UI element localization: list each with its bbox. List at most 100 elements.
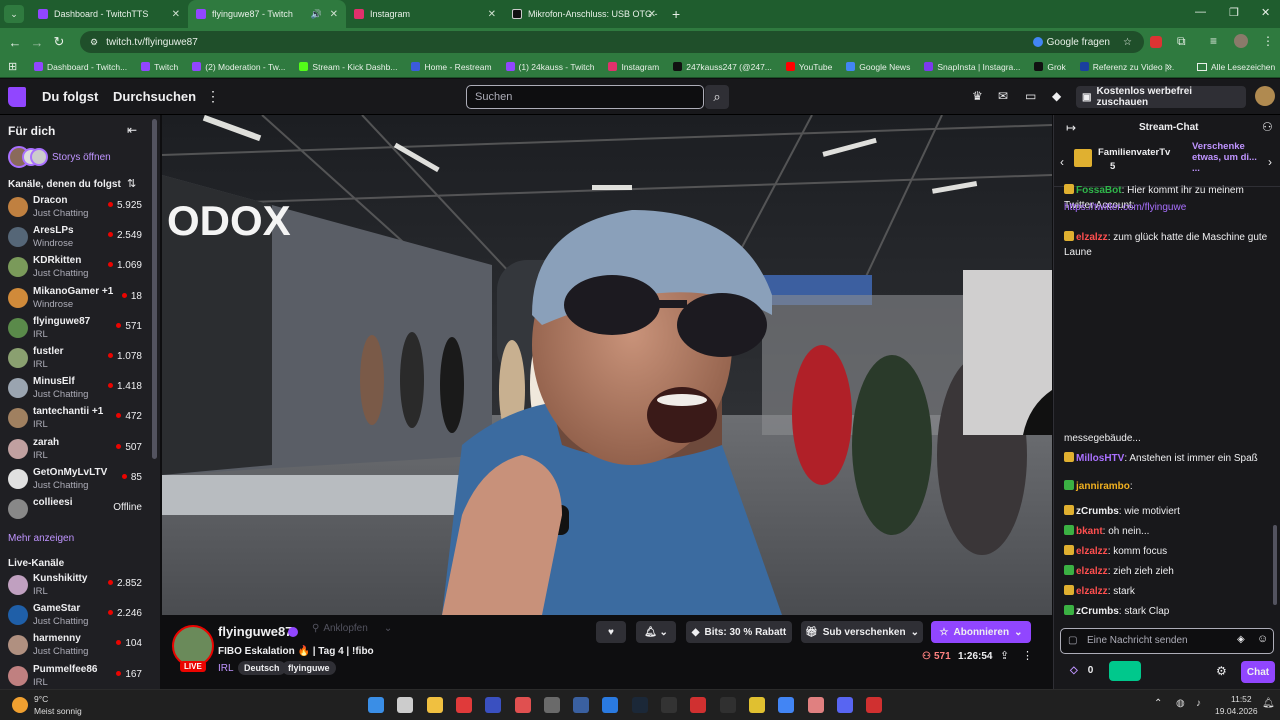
network-icon[interactable]: ◍ — [1176, 698, 1185, 709]
reload-button[interactable]: ↻ — [48, 34, 70, 50]
emote-menu-icon[interactable]: ▢ — [1068, 635, 1077, 646]
inbox-icon[interactable]: ✉ — [998, 89, 1008, 103]
chat-username[interactable]: elzalzz — [1076, 546, 1108, 557]
url-field[interactable]: ⚙ twitch.tv/flyinguwe87 Google fragen ☆ — [80, 31, 1144, 53]
extension-icon[interactable] — [1150, 36, 1162, 48]
channel-name[interactable]: flyinguwe87 — [218, 624, 292, 639]
taskbar-app-icon[interactable] — [543, 697, 560, 713]
taskbar-app-icon[interactable] — [455, 697, 472, 713]
weather-temp[interactable]: 9°C — [34, 694, 48, 704]
chat-input[interactable]: ▢ Eine Nachricht senden ◈ ☺ — [1060, 628, 1274, 654]
channel-points[interactable]: ◇ 0 — [1070, 665, 1093, 676]
tab-mikrofon[interactable]: Mikrofon-Anschluss: USB OTG - ✕ — [504, 0, 664, 28]
bookmark-item[interactable]: Stream - Kick Dashb... — [299, 62, 397, 72]
sidebar-channel-item[interactable]: tantechantii +1 IRL 472 — [0, 403, 152, 433]
bookmark-item[interactable]: Home - Restream — [411, 62, 492, 72]
chat-username[interactable]: zCrumbs — [1076, 606, 1119, 617]
taskbar-app-icon[interactable] — [661, 697, 677, 713]
close-window-button[interactable]: ✕ — [1261, 6, 1270, 19]
tab-dashboard[interactable]: Dashboard - TwitchTTS ✕ — [30, 0, 188, 28]
tab-search-menu[interactable]: ⌄ — [4, 5, 24, 23]
profile-avatar[interactable] — [1234, 34, 1248, 48]
menu-icon[interactable]: ⋮ — [1262, 34, 1274, 48]
nav-browse[interactable]: Durchsuchen — [113, 89, 196, 104]
new-tab-button[interactable]: + — [672, 6, 680, 22]
collapse-sidebar-icon[interactable]: ⇤ — [127, 123, 137, 137]
taskbar-app-icon[interactable] — [514, 697, 531, 713]
taskbar-app-icon[interactable] — [836, 697, 853, 713]
chat-users-icon[interactable]: ⚇ — [1262, 120, 1273, 134]
google-lens-button[interactable]: Google fragen — [1032, 37, 1110, 48]
bits-discount-button[interactable]: ◆ Bits: 30 % Rabatt — [686, 621, 792, 643]
forward-button[interactable]: → — [26, 35, 48, 50]
points-reward-button[interactable] — [1109, 661, 1141, 681]
taskbar-app-icon[interactable] — [690, 697, 707, 713]
emoji-icon[interactable]: ☺ — [1257, 633, 1268, 645]
sidebar-channel-item[interactable]: GetOnMyLvLTV Just Chatting 85 — [0, 464, 152, 494]
tray-chevron-icon[interactable]: ⌃ — [1154, 698, 1162, 709]
show-more-link[interactable]: Mehr anzeigen — [8, 533, 74, 544]
taskbar-app-icon[interactable] — [778, 697, 795, 713]
notification-bell-icon[interactable]: 🔔︎ — [1262, 698, 1275, 709]
chat-send-button[interactable]: Chat — [1241, 661, 1275, 683]
apps-icon[interactable]: ⊞ — [8, 61, 20, 73]
chat-settings-icon[interactable]: ⚙ — [1216, 664, 1227, 678]
chat-username[interactable]: elzalzz — [1076, 586, 1108, 597]
chat-username[interactable]: MillosHTV — [1076, 453, 1124, 464]
taskbar-app-icon[interactable] — [631, 697, 648, 713]
sidebar-scrollbar[interactable] — [152, 119, 157, 459]
close-icon[interactable]: ✕ — [172, 9, 180, 20]
volume-icon[interactable]: ♪ — [1196, 698, 1201, 709]
taskbar-app-icon[interactable] — [573, 697, 590, 713]
sidebar-channel-item[interactable]: MinusElf Just Chatting 1.418 — [0, 373, 152, 403]
taskbar-app-icon[interactable] — [748, 697, 765, 713]
back-button[interactable]: ← — [4, 35, 26, 50]
sidebar-channel-item[interactable]: flyinguwe87 IRL 571 — [0, 313, 152, 343]
sidebar-channel-item[interactable]: GameStar Just Chatting 2.246 — [0, 600, 152, 630]
tab-flyinguwe[interactable]: flyinguwe87 - Twitch 🔊 ✕ — [188, 0, 346, 28]
video-player[interactable]: ODOX — [162, 115, 1052, 615]
bits-icon[interactable]: ◈ — [1237, 634, 1245, 645]
bookmark-item[interactable]: Instagram — [608, 62, 659, 72]
chat-username[interactable]: zCrumbs — [1076, 506, 1119, 517]
stories-button[interactable]: Storys öffnen — [8, 146, 111, 168]
weather-text[interactable]: Meist sonnig — [34, 706, 82, 716]
prime-crown-icon[interactable]: ♛ — [972, 89, 983, 103]
twitch-logo-icon[interactable] — [8, 87, 26, 107]
taskbar-app-icon[interactable] — [397, 697, 414, 713]
chat-username[interactable]: bkant — [1076, 526, 1103, 537]
minimize-button[interactable]: — — [1195, 6, 1206, 18]
taskbar-app-icon[interactable] — [807, 697, 824, 713]
sidebar-channel-item[interactable]: AresLPs Windrose 2.549 — [0, 222, 152, 252]
share-icon[interactable]: ⇪ — [1000, 649, 1009, 662]
site-info-icon[interactable]: ⚙ — [90, 37, 98, 48]
taskbar-app-icon[interactable] — [426, 697, 443, 713]
clock-time[interactable]: 11:52 — [1231, 694, 1252, 704]
chat-username[interactable]: jannirambo — [1076, 481, 1130, 492]
sidebar-channel-item[interactable]: Pummelfee86 IRL 167 — [0, 661, 152, 689]
sidebar-channel-item[interactable]: Dracon Just Chatting 5.925 — [0, 192, 152, 222]
bookmark-item[interactable]: Twitch — [141, 62, 178, 72]
more-options-icon[interactable]: ⋮ — [1022, 649, 1033, 662]
chevron-left-icon[interactable]: ‹ — [1060, 155, 1064, 169]
knock-button[interactable]: ⚲ Anklopfen ⌄ — [312, 623, 392, 634]
all-bookmarks-button[interactable]: Alle Lesezeichen — [1197, 62, 1275, 72]
chat-username[interactable]: FossaBot — [1076, 185, 1122, 196]
sidebar-channel-item[interactable]: zarah IRL 507 — [0, 434, 152, 464]
bookmark-item[interactable]: SnapInsta | Instagra... — [924, 62, 1020, 72]
taskbar-app-icon[interactable] — [368, 697, 384, 713]
sidebar-channel-item[interactable]: MikanoGamer +1 Windrose 18 — [0, 283, 152, 313]
maximize-button[interactable]: ❐ — [1229, 6, 1239, 19]
star-icon[interactable]: ☆ — [1123, 37, 1132, 48]
taskbar-app-icon[interactable] — [485, 697, 502, 713]
taskbar-app-icon[interactable] — [602, 697, 619, 713]
chat-username[interactable]: elzalzz — [1076, 566, 1108, 577]
chat-scrollbar[interactable] — [1273, 525, 1277, 605]
more-icon[interactable]: ⋮ — [206, 88, 220, 105]
bookmark-item[interactable]: Dashboard - Twitch... — [34, 62, 127, 72]
bookmark-item[interactable]: YouTube — [785, 62, 832, 72]
whisper-icon[interactable]: ▭ — [1025, 89, 1036, 103]
collapse-chat-icon[interactable]: ↦ — [1066, 121, 1076, 135]
category-link[interactable]: IRL — [218, 663, 234, 674]
pinned-gift-banner[interactable]: ‹ FamilienvaterTv 5 Verschenke etwas, um… — [1054, 141, 1280, 187]
